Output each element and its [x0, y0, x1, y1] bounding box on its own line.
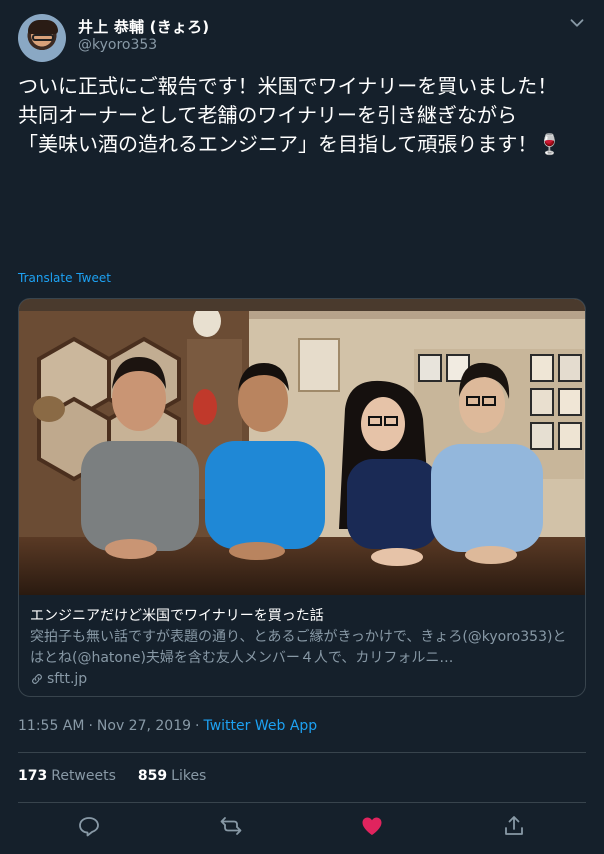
likes-label: Likes — [171, 768, 207, 784]
translate-tweet-link[interactable]: Translate Tweet — [18, 271, 111, 285]
meta-separator: · — [88, 718, 93, 734]
meta-separator: · — [195, 718, 200, 734]
display-name[interactable]: 井上 恭輔 (きょろ) — [78, 16, 209, 37]
likes-stat[interactable]: 859 Likes — [138, 768, 206, 784]
link-card[interactable]: エンジニアだけど米国でワイナリーを買った話 突拍子も無い話ですが表題の通り、とあ… — [18, 298, 586, 697]
retweets-count: 173 — [18, 768, 48, 784]
card-title: エンジニアだけど米国でワイナリーを買った話 — [30, 608, 324, 624]
retweets-label: Retweets — [51, 768, 116, 784]
retweet-icon[interactable] — [219, 814, 243, 838]
tweet-date[interactable]: Nov 27, 2019 — [97, 718, 191, 734]
link-icon — [32, 674, 42, 684]
avatar[interactable] — [18, 14, 66, 62]
reply-icon[interactable] — [77, 814, 101, 838]
retweets-stat[interactable]: 173 Retweets — [18, 768, 116, 784]
heart-icon[interactable] — [360, 814, 384, 838]
divider — [18, 752, 586, 753]
chevron-down-icon[interactable] — [566, 12, 588, 34]
divider — [18, 802, 586, 803]
card-domain-row: sftt.jp — [30, 669, 87, 689]
share-icon[interactable] — [502, 814, 526, 838]
tweet-stats: 173 Retweets 859 Likes — [18, 768, 206, 784]
user-handle[interactable]: @kyoro353 — [78, 37, 157, 53]
tweet-actions — [0, 812, 604, 844]
tweet-metadata: 11:55 AM · Nov 27, 2019 · Twitter Web Ap… — [18, 718, 317, 734]
tweet-time[interactable]: 11:55 AM — [18, 718, 84, 734]
card-photo — [19, 299, 585, 595]
avatar-hair — [28, 20, 58, 34]
tweet: 井上 恭輔 (きょろ) @kyoro353 ついに正式にご報告です！米国でワイナ… — [0, 0, 604, 854]
avatar-glasses — [32, 34, 54, 41]
tweet-text: ついに正式にご報告です！米国でワイナリーを買いました！ 共同オーナーとして老舗の… — [18, 74, 563, 156]
card-domain: sftt.jp — [47, 671, 88, 687]
source-app-link[interactable]: Twitter Web App — [203, 718, 317, 734]
likes-count: 859 — [137, 768, 168, 784]
card-description: 突拍子も無い話ですが表題の通り、とあるご縁がきっかけで、きょろ(@kyoro35… — [30, 629, 567, 666]
